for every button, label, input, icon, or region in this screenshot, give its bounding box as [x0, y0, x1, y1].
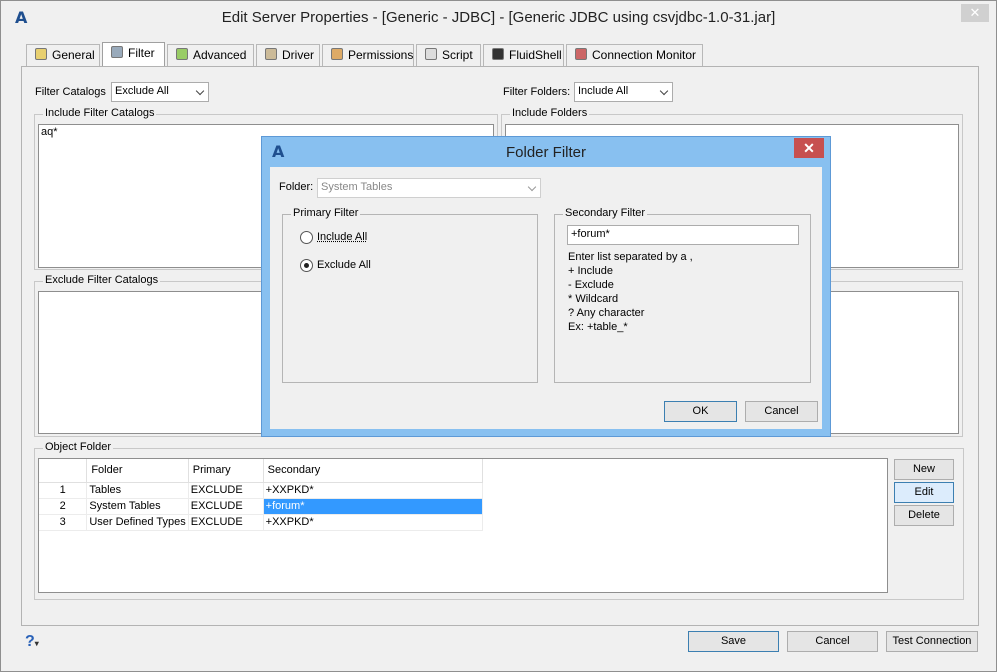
monitor-icon — [575, 48, 587, 60]
window-close-button[interactable]: ✕ — [961, 4, 989, 22]
test-connection-button[interactable]: Test Connection — [886, 631, 978, 652]
object-folder-table[interactable]: Folder Primary Secondary 1 Tables EXCLUD… — [38, 458, 888, 593]
dialog-cancel-button[interactable]: Cancel — [745, 401, 818, 422]
tab-script[interactable]: Script — [416, 44, 481, 66]
table-row-selected[interactable]: 2 System Tables EXCLUDE +forum* — [39, 498, 484, 515]
primary-filter-label: Primary Filter — [291, 207, 361, 219]
column-header-primary[interactable]: Primary — [188, 459, 264, 483]
edit-button[interactable]: Edit — [894, 482, 954, 503]
tab-filter[interactable]: Filter — [102, 42, 165, 67]
dialog-title: Folder Filter — [505, 144, 587, 161]
table-row[interactable]: 3 User Defined Types EXCLUDE +XXPKD* — [39, 514, 484, 531]
filter-folders-select[interactable]: Include All — [574, 82, 673, 102]
exclude-catalogs-label: Exclude Filter Catalogs — [43, 274, 161, 286]
chevron-down-icon — [659, 86, 669, 96]
exclude-all-radio[interactable] — [300, 259, 313, 272]
help-icon[interactable]: ?▾ — [25, 633, 39, 651]
dialog-close-button[interactable]: ✕ — [794, 138, 824, 158]
include-all-label[interactable]: Include All — [317, 231, 367, 243]
tab-driver[interactable]: Driver — [256, 44, 320, 66]
cancel-button[interactable]: Cancel — [787, 631, 878, 652]
delete-button[interactable]: Delete — [894, 505, 954, 526]
title-bar: A Edit Server Properties - [Generic - JD… — [1, 1, 996, 34]
chevron-down-icon — [527, 182, 537, 192]
primary-filter-group: Primary Filter Include All Exclude All — [282, 207, 538, 383]
object-folder-label: Object Folder — [43, 441, 114, 453]
secondary-filter-group: Secondary Filter +forum* Enter list sepa… — [554, 207, 811, 383]
tab-advanced[interactable]: Advanced — [167, 44, 254, 66]
table-row[interactable]: 1 Tables EXCLUDE +XXPKD* — [39, 482, 484, 499]
tab-connection-monitor[interactable]: Connection Monitor — [566, 44, 703, 66]
tab-fluidshell[interactable]: FluidShell — [483, 44, 564, 66]
filter-folders-label: Filter Folders: — [503, 86, 571, 98]
folder-filter-dialog: A Folder Filter ✕ Folder: System Tables … — [261, 136, 831, 437]
filter-catalogs-select[interactable]: Exclude All — [111, 82, 209, 102]
column-header-secondary[interactable]: Secondary — [263, 459, 484, 483]
dialog-body: Folder: System Tables Primary Filter Inc… — [270, 167, 822, 429]
include-catalogs-label: Include Filter Catalogs — [43, 107, 157, 119]
tab-general[interactable]: General — [26, 44, 100, 66]
ok-button[interactable]: OK — [664, 401, 737, 422]
secondary-filter-input[interactable]: +forum* — [567, 225, 799, 245]
folder-select[interactable]: System Tables — [317, 178, 541, 198]
column-header-folder[interactable]: Folder — [86, 459, 189, 483]
driver-icon — [265, 48, 277, 60]
filter-icon — [111, 46, 123, 58]
save-button[interactable]: Save — [688, 631, 779, 652]
advanced-icon — [176, 48, 188, 60]
fluidshell-icon — [492, 48, 504, 60]
general-icon — [35, 48, 47, 60]
include-all-radio[interactable] — [300, 231, 313, 244]
object-folder-group: Object Folder Folder Primary Secondary 1 — [34, 441, 964, 600]
row-number-header — [39, 459, 88, 483]
window-title: Edit Server Properties - [Generic - JDBC… — [221, 9, 776, 26]
chevron-down-icon: ▾ — [34, 639, 39, 648]
new-button[interactable]: New — [894, 459, 954, 480]
filter-catalogs-label: Filter Catalogs — [35, 86, 106, 98]
object-folder-grid: Folder Primary Secondary 1 Tables EXCLUD… — [39, 459, 484, 531]
script-icon — [425, 48, 437, 60]
chevron-down-icon — [195, 86, 205, 96]
folder-label: Folder: — [279, 181, 314, 193]
secondary-filter-help: Enter list separated by a , + Include - … — [568, 251, 693, 333]
include-folders-label: Include Folders — [510, 107, 590, 119]
permissions-icon — [331, 48, 343, 60]
secondary-filter-label: Secondary Filter — [563, 207, 648, 219]
exclude-all-label[interactable]: Exclude All — [317, 259, 371, 271]
tab-permissions[interactable]: Permissions — [322, 44, 414, 66]
